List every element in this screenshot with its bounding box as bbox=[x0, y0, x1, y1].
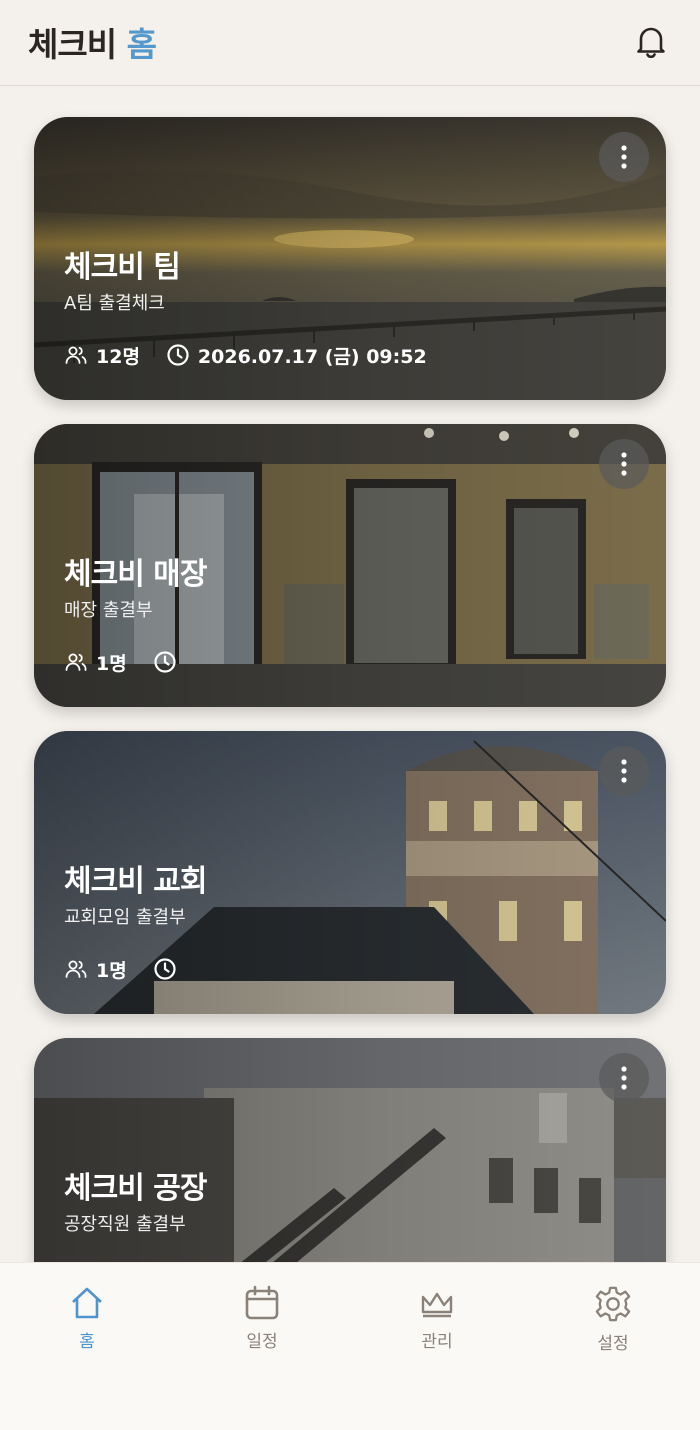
group-card[interactable]: 체크비 매장 매장 출결부 1명 bbox=[34, 424, 666, 707]
group-card[interactable]: 체크비 교회 교회모임 출결부 1명 bbox=[34, 731, 666, 1014]
gear-icon bbox=[595, 1286, 631, 1322]
nav-tab-settings[interactable]: 설정 bbox=[563, 1285, 663, 1365]
nav-tab-label: 설정 bbox=[597, 1334, 629, 1354]
last-check-datetime: 2026.07.17 (금) 09:52 bbox=[197, 345, 427, 368]
card-subtitle: 공장직원 출결부 bbox=[64, 1214, 186, 1235]
member-count: 12명 bbox=[96, 345, 140, 368]
app-header: 체크비 홈 bbox=[0, 0, 700, 86]
nav-tab-manage[interactable]: 관리 bbox=[387, 1285, 487, 1365]
nav-tab-label: 관리 bbox=[421, 1332, 453, 1352]
more-options-button[interactable] bbox=[599, 1053, 649, 1103]
more-vertical-icon bbox=[621, 145, 627, 169]
card-title: 체크비 매장 bbox=[64, 557, 207, 592]
home-icon bbox=[72, 1287, 102, 1319]
clock-icon bbox=[153, 650, 177, 674]
more-options-button[interactable] bbox=[599, 746, 649, 796]
card-title: 체크비 교회 bbox=[64, 864, 207, 899]
nav-tab-home[interactable]: 홈 bbox=[37, 1285, 137, 1365]
nav-tab-label: 일정 bbox=[246, 1332, 278, 1352]
card-subtitle: 매장 출결부 bbox=[64, 600, 153, 621]
group-card[interactable]: 체크비 팀 A팀 출결체크 12명 2026.07.17 (금) 09:52 bbox=[34, 117, 666, 400]
more-options-button[interactable] bbox=[599, 132, 649, 182]
calendar-icon bbox=[245, 1285, 279, 1320]
more-vertical-icon bbox=[621, 759, 627, 783]
people-icon bbox=[64, 958, 88, 980]
member-count: 1명 bbox=[96, 959, 127, 982]
clock-icon bbox=[153, 957, 177, 981]
more-vertical-icon bbox=[621, 1066, 627, 1090]
card-meta: 12명 2026.07.17 (금) 09:52 bbox=[64, 343, 427, 368]
more-vertical-icon bbox=[621, 452, 627, 476]
more-options-button[interactable] bbox=[599, 439, 649, 489]
card-title: 체크비 공장 bbox=[64, 1171, 207, 1206]
page-title: 체크비 홈 bbox=[28, 18, 157, 66]
card-subtitle: 교회모임 출결부 bbox=[64, 907, 186, 928]
page-title-main: 체크비 bbox=[28, 25, 117, 64]
member-count: 1명 bbox=[96, 652, 127, 675]
card-title: 체크비 팀 bbox=[64, 250, 181, 285]
bottom-navigation: 홈 일정 관리 설정 bbox=[0, 1262, 700, 1430]
crown-icon bbox=[421, 1292, 453, 1318]
card-meta: 1명 bbox=[64, 957, 185, 982]
bell-icon[interactable] bbox=[632, 22, 670, 60]
nav-tab-label: 홈 bbox=[79, 1332, 95, 1352]
nav-tab-schedule[interactable]: 일정 bbox=[212, 1285, 312, 1365]
card-meta: 1명 bbox=[64, 650, 185, 675]
people-icon bbox=[64, 344, 88, 366]
card-subtitle: A팀 출결체크 bbox=[64, 293, 165, 314]
clock-icon bbox=[166, 343, 190, 367]
page-title-accent: 홈 bbox=[126, 25, 157, 64]
people-icon bbox=[64, 651, 88, 673]
